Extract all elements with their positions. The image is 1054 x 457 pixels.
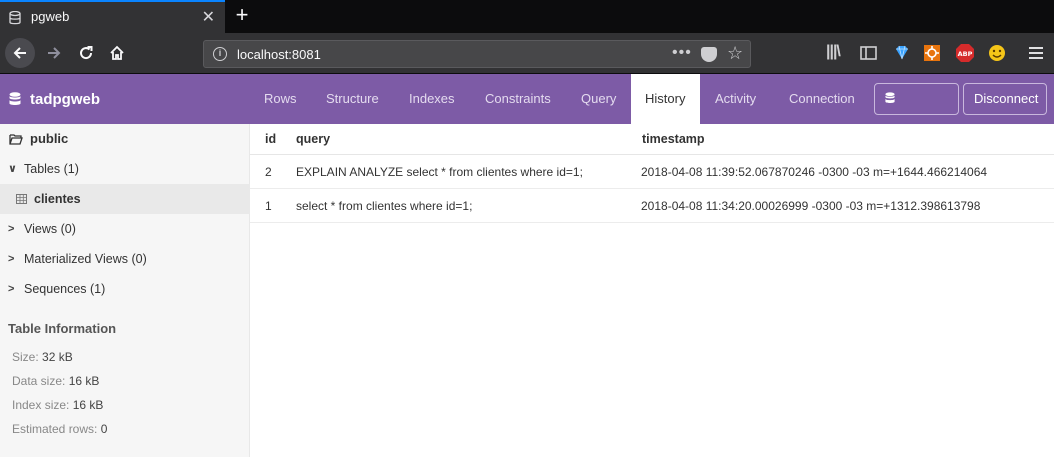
- bookmark-star-icon[interactable]: ☆: [727, 43, 743, 64]
- table-row[interactable]: 2 EXPLAIN ANALYZE select * from clientes…: [250, 155, 1054, 189]
- back-button[interactable]: [5, 38, 35, 68]
- tab-structure[interactable]: Structure: [312, 74, 393, 124]
- browser-toolbar: i localhost:8081 ••• ☆ |||\ ABP: [0, 33, 1054, 74]
- back-arrow-icon: [13, 47, 26, 59]
- url-text[interactable]: localhost:8081: [237, 47, 321, 62]
- cell-id: 1: [265, 199, 272, 213]
- home-button[interactable]: [102, 38, 132, 68]
- schema-name: public: [30, 131, 69, 146]
- browser-tab-title: pgweb: [31, 9, 70, 24]
- svg-text:ABP: ABP: [958, 50, 973, 58]
- close-icon[interactable]: ✕: [202, 7, 215, 27]
- database-icon: [9, 11, 21, 25]
- page-info-icon[interactable]: i: [213, 47, 227, 61]
- chevron-right-icon: >: [8, 253, 15, 265]
- tab-constraints[interactable]: Constraints: [471, 74, 565, 124]
- cell-query: select * from clientes where id=1;: [296, 199, 473, 213]
- info-size-value: 32 kB: [42, 350, 73, 364]
- database-icon: [885, 92, 895, 103]
- column-header-timestamp[interactable]: timestamp: [642, 132, 705, 146]
- sidebar-item-sequences[interactable]: > Sequences (1): [0, 274, 250, 304]
- connect-button[interactable]: Connect: [874, 83, 959, 136]
- info-index-size-value: 16 kB: [72, 398, 104, 412]
- sidebar-icon[interactable]: [859, 43, 879, 63]
- brand-name: tadpgweb: [30, 90, 100, 108]
- cell-timestamp: 2018-04-08 11:34:20.00026999 -0300 -03 m…: [641, 199, 981, 213]
- table-icon: [16, 194, 27, 204]
- info-data-size: Data size: 16 kB: [12, 374, 99, 388]
- info-rows-value: 0: [100, 422, 108, 436]
- adblock-plus-icon[interactable]: ABP: [955, 43, 975, 63]
- hamburger-menu-icon[interactable]: [1026, 43, 1046, 63]
- emoji-icon[interactable]: [987, 43, 1007, 63]
- library-icon[interactable]: |||\: [826, 43, 846, 63]
- table-row[interactable]: 1 select * from clientes where id=1; 201…: [250, 189, 1054, 223]
- tab-history[interactable]: History: [631, 74, 700, 124]
- info-data-size-value: 16 kB: [68, 374, 100, 388]
- column-header-id[interactable]: id: [265, 132, 276, 146]
- table-information-title: Table Information: [8, 321, 117, 336]
- gem-icon[interactable]: [892, 43, 912, 63]
- cell-timestamp: 2018-04-08 11:39:52.067870246 -0300 -03 …: [641, 165, 988, 179]
- database-icon: [9, 92, 21, 105]
- info-index-size: Index size: 16 kB: [12, 398, 103, 412]
- forward-button[interactable]: [39, 38, 69, 68]
- info-estimated-rows: Estimated rows: 0: [12, 422, 107, 436]
- browser-tab-bar: pgweb ✕ +: [0, 0, 1054, 33]
- more-actions-icon[interactable]: •••: [672, 44, 692, 62]
- tables-label: Tables (1): [24, 162, 79, 176]
- materialized-views-label: Materialized Views (0): [24, 252, 147, 266]
- pocket-icon[interactable]: [701, 47, 717, 62]
- url-bar[interactable]: i localhost:8081 ••• ☆: [203, 40, 751, 68]
- sidebar: public ∨ Tables (1) clientes > Views (0)…: [0, 124, 250, 457]
- info-index-size-label: Index size:: [12, 398, 70, 412]
- folder-open-icon: [9, 134, 23, 145]
- tab-query[interactable]: Query: [567, 74, 630, 124]
- sidebar-item-materialized-views[interactable]: > Materialized Views (0): [0, 244, 250, 274]
- disconnect-button[interactable]: Disconnect: [963, 83, 1047, 115]
- tab-indexes[interactable]: Indexes: [395, 74, 469, 124]
- tab-rows[interactable]: Rows: [250, 74, 311, 124]
- tab-connection[interactable]: Connection: [775, 74, 869, 124]
- column-header-query[interactable]: query: [296, 132, 330, 146]
- info-size: Size: 32 kB: [12, 350, 73, 364]
- brand: tadpgweb: [9, 74, 100, 124]
- views-label: Views (0): [24, 222, 76, 236]
- info-data-size-label: Data size:: [12, 374, 66, 388]
- chevron-right-icon: >: [8, 223, 15, 235]
- sidebar-item-tables[interactable]: ∨ Tables (1): [0, 154, 250, 184]
- schema-selector[interactable]: public: [0, 124, 250, 154]
- app-header: tadpgweb Rows Structure Indexes Constrai…: [0, 74, 1054, 136]
- sidebar-item-views[interactable]: > Views (0): [0, 214, 250, 244]
- table-header: id query timestamp: [250, 124, 1054, 155]
- tab-activity[interactable]: Activity: [701, 74, 770, 124]
- sequences-label: Sequences (1): [24, 282, 106, 296]
- new-tab-button[interactable]: +: [231, 4, 253, 26]
- cell-id: 2: [265, 165, 272, 179]
- info-size-label: Size:: [12, 350, 39, 364]
- reload-button[interactable]: [71, 38, 101, 68]
- browser-tab[interactable]: pgweb ✕: [0, 0, 225, 33]
- cell-query: EXPLAIN ANALYZE select * from clientes w…: [296, 165, 583, 179]
- table-name: clientes: [34, 192, 81, 206]
- forward-arrow-icon: [48, 47, 61, 59]
- info-rows-label: Estimated rows:: [12, 422, 98, 436]
- chevron-right-icon: >: [8, 283, 15, 295]
- home-icon: [110, 45, 124, 60]
- orange-extension-icon[interactable]: [922, 43, 942, 63]
- reload-icon: [80, 46, 93, 60]
- chevron-down-icon: ∨: [8, 163, 17, 175]
- sidebar-item-table-clientes[interactable]: clientes: [0, 184, 250, 214]
